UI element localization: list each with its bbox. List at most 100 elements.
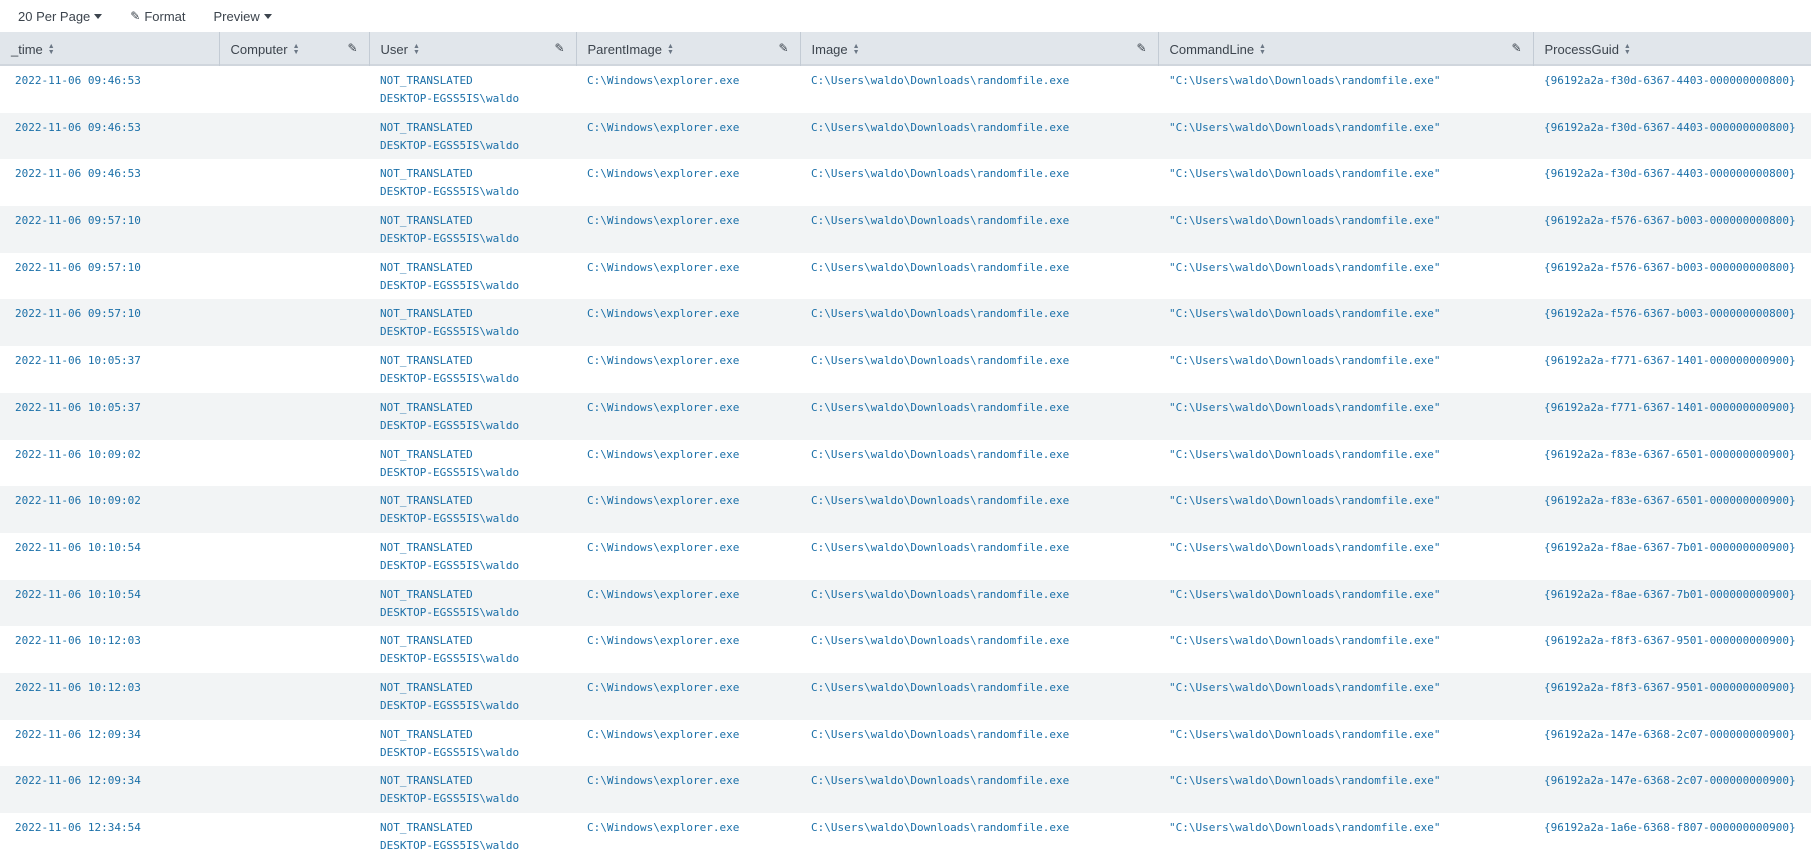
cell-process-guid-value[interactable]: {96192a2a-f771-6367-1401-000000000900} [1544, 399, 1811, 417]
cell-computer[interactable] [219, 813, 369, 855]
cell-parent-image-value[interactable]: C:\Windows\explorer.exe [587, 72, 800, 90]
cell-time[interactable]: 2022-11-06 09:57:10 [0, 299, 219, 346]
cell-command-line-value[interactable]: "C:\Users\waldo\Downloads\randomfile.exe… [1169, 212, 1533, 230]
cell-image[interactable]: C:\Users\waldo\Downloads\randomfile.exe [800, 206, 1158, 253]
cell-command-line[interactable]: "C:\Users\waldo\Downloads\randomfile.exe… [1158, 673, 1533, 720]
cell-image[interactable]: C:\Users\waldo\Downloads\randomfile.exe [800, 486, 1158, 533]
cell-computer[interactable] [219, 393, 369, 440]
cell-user-value[interactable]: NOT_TRANSLATED [380, 632, 576, 650]
cell-command-line[interactable]: "C:\Users\waldo\Downloads\randomfile.exe… [1158, 486, 1533, 533]
cell-process-guid[interactable]: {96192a2a-f8f3-6367-9501-000000000900} [1533, 626, 1811, 673]
cell-command-line-value[interactable]: "C:\Users\waldo\Downloads\randomfile.exe… [1169, 539, 1533, 557]
cell-command-line-value[interactable]: "C:\Users\waldo\Downloads\randomfile.exe… [1169, 305, 1533, 323]
cell-time[interactable]: 2022-11-06 10:12:03 [0, 626, 219, 673]
cell-command-line-value[interactable]: "C:\Users\waldo\Downloads\randomfile.exe… [1169, 679, 1533, 697]
cell-computer[interactable] [219, 346, 369, 393]
cell-command-line[interactable]: "C:\Users\waldo\Downloads\randomfile.exe… [1158, 113, 1533, 160]
cell-command-line-value[interactable]: "C:\Users\waldo\Downloads\randomfile.exe… [1169, 72, 1533, 90]
cell-process-guid[interactable]: {96192a2a-f576-6367-b003-000000000800} [1533, 299, 1811, 346]
sort-icon[interactable]: ▲ ▼ [667, 43, 674, 56]
edit-column-icon[interactable]: ✎ [554, 41, 564, 55]
cell-time-value[interactable]: 2022-11-06 10:05:37 [15, 352, 219, 370]
cell-command-line-value[interactable]: "C:\Users\waldo\Downloads\randomfile.exe… [1169, 352, 1533, 370]
cell-time[interactable]: 2022-11-06 09:46:53 [0, 66, 219, 113]
cell-image-value[interactable]: C:\Users\waldo\Downloads\randomfile.exe [811, 632, 1158, 650]
cell-image-value[interactable]: C:\Users\waldo\Downloads\randomfile.exe [811, 539, 1158, 557]
cell-user-value[interactable]: DESKTOP-EGSS5IS\waldo [380, 90, 576, 108]
cell-time-value[interactable]: 2022-11-06 10:12:03 [15, 632, 219, 650]
cell-time[interactable]: 2022-11-06 09:57:10 [0, 253, 219, 300]
cell-user-value[interactable]: NOT_TRANSLATED [380, 586, 576, 604]
cell-process-guid[interactable]: {96192a2a-147e-6368-2c07-000000000900} [1533, 766, 1811, 813]
sort-icon[interactable]: ▲ ▼ [413, 43, 420, 56]
cell-time-value[interactable]: 2022-11-06 09:57:10 [15, 259, 219, 277]
cell-user[interactable]: NOT_TRANSLATED DESKTOP-EGSS5IS\waldo [369, 813, 576, 855]
sort-icon[interactable]: ▲ ▼ [48, 43, 55, 56]
cell-user-value[interactable]: DESKTOP-EGSS5IS\waldo [380, 650, 576, 668]
cell-computer[interactable] [219, 113, 369, 160]
cell-command-line[interactable]: "C:\Users\waldo\Downloads\randomfile.exe… [1158, 580, 1533, 627]
cell-time-value[interactable]: 2022-11-06 10:10:54 [15, 539, 219, 557]
cell-command-line[interactable]: "C:\Users\waldo\Downloads\randomfile.exe… [1158, 626, 1533, 673]
cell-parent-image[interactable]: C:\Windows\explorer.exe [576, 299, 800, 346]
cell-parent-image[interactable]: C:\Windows\explorer.exe [576, 766, 800, 813]
cell-parent-image-value[interactable]: C:\Windows\explorer.exe [587, 726, 800, 744]
cell-process-guid-value[interactable]: {96192a2a-147e-6368-2c07-000000000900} [1544, 772, 1811, 790]
cell-computer[interactable] [219, 580, 369, 627]
cell-user-value[interactable]: NOT_TRANSLATED [380, 259, 576, 277]
cell-time[interactable]: 2022-11-06 09:57:10 [0, 206, 219, 253]
edit-column-icon[interactable]: ✎ [778, 41, 788, 55]
cell-user-value[interactable]: NOT_TRANSLATED [380, 772, 576, 790]
cell-user[interactable]: NOT_TRANSLATED DESKTOP-EGSS5IS\waldo [369, 206, 576, 253]
cell-user-value[interactable]: DESKTOP-EGSS5IS\waldo [380, 464, 576, 482]
sort-icon[interactable]: ▲ ▼ [1624, 43, 1631, 56]
cell-command-line-value[interactable]: "C:\Users\waldo\Downloads\randomfile.exe… [1169, 446, 1533, 464]
format-button[interactable]: ✎ Format [130, 9, 185, 24]
cell-time[interactable]: 2022-11-06 10:05:37 [0, 393, 219, 440]
cell-user[interactable]: NOT_TRANSLATED DESKTOP-EGSS5IS\waldo [369, 580, 576, 627]
cell-image[interactable]: C:\Users\waldo\Downloads\randomfile.exe [800, 159, 1158, 206]
cell-user[interactable]: NOT_TRANSLATED DESKTOP-EGSS5IS\waldo [369, 393, 576, 440]
cell-command-line-value[interactable]: "C:\Users\waldo\Downloads\randomfile.exe… [1169, 586, 1533, 604]
cell-process-guid-value[interactable]: {96192a2a-f8f3-6367-9501-000000000900} [1544, 632, 1811, 650]
cell-parent-image[interactable]: C:\Windows\explorer.exe [576, 113, 800, 160]
cell-computer[interactable] [219, 486, 369, 533]
cell-computer[interactable] [219, 159, 369, 206]
cell-time-value[interactable]: 2022-11-06 09:57:10 [15, 305, 219, 323]
cell-image-value[interactable]: C:\Users\waldo\Downloads\randomfile.exe [811, 726, 1158, 744]
column-header-parentimage[interactable]: ParentImage ▲ ▼ ✎ [576, 32, 801, 66]
cell-user[interactable]: NOT_TRANSLATED DESKTOP-EGSS5IS\waldo [369, 720, 576, 767]
cell-time[interactable]: 2022-11-06 10:10:54 [0, 580, 219, 627]
cell-time-value[interactable]: 2022-11-06 10:10:54 [15, 586, 219, 604]
cell-process-guid-value[interactable]: {96192a2a-147e-6368-2c07-000000000900} [1544, 726, 1811, 744]
column-header-computer[interactable]: Computer ▲ ▼ ✎ [219, 32, 370, 66]
cell-time-value[interactable]: 2022-11-06 09:57:10 [15, 212, 219, 230]
cell-user[interactable]: NOT_TRANSLATED DESKTOP-EGSS5IS\waldo [369, 626, 576, 673]
cell-parent-image-value[interactable]: C:\Windows\explorer.exe [587, 819, 800, 837]
cell-image-value[interactable]: C:\Users\waldo\Downloads\randomfile.exe [811, 399, 1158, 417]
cell-user-value[interactable]: NOT_TRANSLATED [380, 305, 576, 323]
cell-user-value[interactable]: NOT_TRANSLATED [380, 399, 576, 417]
cell-parent-image[interactable]: C:\Windows\explorer.exe [576, 580, 800, 627]
cell-user-value[interactable]: DESKTOP-EGSS5IS\waldo [380, 230, 576, 248]
cell-image[interactable]: C:\Users\waldo\Downloads\randomfile.exe [800, 813, 1158, 855]
cell-user-value[interactable]: DESKTOP-EGSS5IS\waldo [380, 510, 576, 528]
cell-user[interactable]: NOT_TRANSLATED DESKTOP-EGSS5IS\waldo [369, 299, 576, 346]
cell-image[interactable]: C:\Users\waldo\Downloads\randomfile.exe [800, 393, 1158, 440]
cell-image-value[interactable]: C:\Users\waldo\Downloads\randomfile.exe [811, 165, 1158, 183]
cell-command-line[interactable]: "C:\Users\waldo\Downloads\randomfile.exe… [1158, 393, 1533, 440]
cell-user-value[interactable]: NOT_TRANSLATED [380, 212, 576, 230]
cell-command-line-value[interactable]: "C:\Users\waldo\Downloads\randomfile.exe… [1169, 259, 1533, 277]
column-header-time[interactable]: _time ▲ ▼ [0, 32, 220, 66]
cell-time[interactable]: 2022-11-06 09:46:53 [0, 159, 219, 206]
cell-time-value[interactable]: 2022-11-06 12:09:34 [15, 726, 219, 744]
cell-command-line[interactable]: "C:\Users\waldo\Downloads\randomfile.exe… [1158, 440, 1533, 487]
cell-parent-image-value[interactable]: C:\Windows\explorer.exe [587, 259, 800, 277]
cell-time-value[interactable]: 2022-11-06 10:09:02 [15, 492, 219, 510]
cell-time-value[interactable]: 2022-11-06 12:09:34 [15, 772, 219, 790]
cell-image-value[interactable]: C:\Users\waldo\Downloads\randomfile.exe [811, 352, 1158, 370]
cell-process-guid-value[interactable]: {96192a2a-f771-6367-1401-000000000900} [1544, 352, 1811, 370]
edit-column-icon[interactable]: ✎ [1136, 41, 1146, 55]
cell-parent-image[interactable]: C:\Windows\explorer.exe [576, 159, 800, 206]
cell-process-guid-value[interactable]: {96192a2a-f576-6367-b003-000000000800} [1544, 259, 1811, 277]
